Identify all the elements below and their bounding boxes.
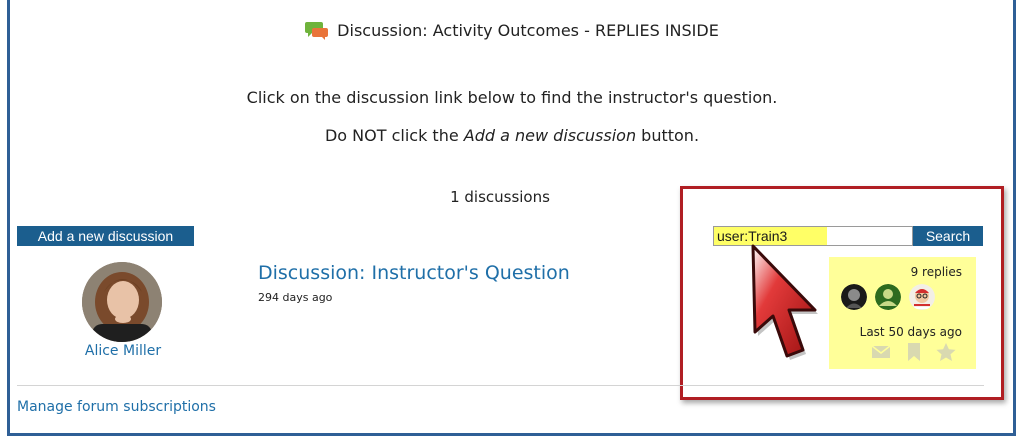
intro-instruction: Click on the discussion link below to fi…: [246, 88, 778, 107]
intro-warning-emphasis: Add a new discussion: [463, 126, 637, 145]
envelope-icon[interactable]: [870, 342, 892, 362]
reply-avatar[interactable]: [909, 284, 935, 310]
discussion-timestamp: 294 days ago: [258, 291, 333, 304]
avatar-photo-icon: [909, 284, 935, 310]
forum-header: Discussion: Activity Outcomes - REPLIES …: [0, 18, 1024, 42]
search-button[interactable]: Search: [913, 226, 983, 246]
replies-count: 9 replies: [910, 265, 962, 279]
intro-warning-suffix: button.: [636, 126, 700, 145]
forum-discussion-icon: [305, 22, 329, 40]
last-reply-time: Last 50 days ago: [859, 325, 962, 339]
replies-panel: 9 replies Last 50 days ago: [829, 257, 976, 369]
default-user-icon: [875, 284, 901, 310]
pointer-arrow-icon: [751, 244, 818, 360]
author-avatar[interactable]: [82, 262, 162, 342]
manage-subscriptions-link[interactable]: Manage forum subscriptions: [17, 399, 216, 415]
section-divider: [17, 385, 984, 386]
intro-warning-prefix: Do NOT click the: [324, 126, 464, 145]
bookmark-icon[interactable]: [903, 342, 925, 362]
add-discussion-button[interactable]: Add a new discussion: [17, 226, 194, 246]
discussion-title-link[interactable]: Discussion: Instructor's Question: [258, 262, 570, 284]
reply-avatar[interactable]: [875, 284, 901, 310]
reply-avatar[interactable]: [841, 284, 867, 310]
author-name[interactable]: Alice Miller: [60, 343, 186, 359]
intro-warning: Do NOT click the Add a new discussion bu…: [0, 126, 1024, 145]
star-icon[interactable]: [935, 342, 957, 362]
forum-title: Discussion: Activity Outcomes - REPLIES …: [337, 20, 719, 40]
reply-avatars: [837, 284, 968, 312]
avatar-photo-icon: [841, 284, 867, 310]
author-photo: [82, 262, 162, 342]
